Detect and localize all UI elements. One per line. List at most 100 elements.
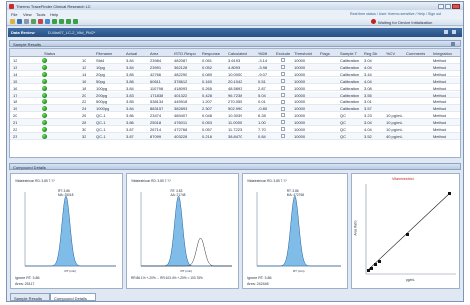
table-cell: 40 pg/mL (386, 133, 403, 139)
column-header[interactable]: %CV (386, 51, 395, 56)
report-icon[interactable] (38, 19, 43, 24)
menu-file[interactable]: File (11, 12, 17, 17)
tab-compound-details[interactable]: Compound Details (50, 293, 96, 301)
exclude-checkbox[interactable] (281, 78, 285, 83)
table-row[interactable]: 13 12 10pg 3.84 23991 362128 0.052 4.8093 -3.98 1… (10, 63, 460, 71)
chromatogram-plot-3: Vitdaiestrioon RD: 3.85 7.??RT: 3.86MA: … (247, 179, 341, 273)
menu-help[interactable]: Help (50, 12, 58, 17)
export-icon[interactable] (31, 19, 36, 24)
pin-icon[interactable] (444, 30, 448, 34)
tab-sample-results[interactable]: Sample Results (10, 293, 50, 301)
chromatogram-peak (25, 195, 116, 267)
reject-icon[interactable] (73, 19, 78, 24)
table-cell: 403228 (174, 133, 188, 139)
column-header[interactable]: ISTD Respo (174, 51, 196, 56)
chromatogram-panel-3[interactable]: Vitdaiestrioon RD: 3.85 7.?? RT: 3.86 MA: … (242, 173, 348, 289)
chromatogram-panel-2[interactable]: Vitdaiestrioon RD: 3.85 7.?? RT: 3.83 AA: … (126, 173, 239, 289)
table-row[interactable]: 14 14 20pg 3.85 42766 482290 0.089 10.0000 -9.07… (10, 71, 460, 78)
column-header[interactable]: %Diff (258, 51, 267, 56)
table-row[interactable]: 18 22 500pg 3.85 538134 445918 1.207 270.055 0.0… (10, 98, 460, 106)
minimize-icon[interactable] (438, 3, 444, 9)
column-header[interactable]: Calculated (228, 51, 247, 56)
table-row[interactable]: 22 30 QC-1 3.87 26714 472768 0.057 11.7223 7.70 1… (10, 126, 460, 133)
column-header[interactable]: Actual (126, 51, 137, 56)
table-row[interactable]: 21 28 QC-1 3.86 25018 476011 0.053 11.0000 1.00 1… (10, 119, 460, 126)
maximize-icon[interactable] (445, 3, 451, 9)
table-row[interactable]: 23 32 QC-1 3.87 87099 403228 0.216 38.8470 0.84 1… (10, 132, 460, 140)
chromatogram-plot-2: Vitdaiestrioon RD: 3.85 7.??RT: 3.83AA: … (131, 179, 232, 273)
status-ok-icon (42, 92, 47, 98)
table-cell: Calibration (340, 85, 360, 91)
exclude-checkbox[interactable] (281, 85, 285, 90)
table-row[interactable]: 20 26 QC-1 3.86 23474 489407 0.048 10.3039 6.28 1… (10, 112, 460, 119)
column-header[interactable]: Exclude (276, 51, 290, 56)
table-cell: 17 (13, 92, 18, 98)
exclude-checkbox[interactable] (281, 127, 285, 132)
column-header[interactable]: Flags (320, 51, 330, 56)
chromatogram-panel-1[interactable]: Vitdaiestrioon RD: 3.85 7.?? RT: 3.86 MA: … (10, 173, 123, 289)
table-cell: 26 (82, 113, 87, 119)
exclude-checkbox[interactable] (281, 113, 285, 118)
table-cell: 10 pg/mL (386, 120, 403, 126)
table-cell: 0.089 (202, 71, 213, 77)
exclude-checkbox[interactable] (281, 92, 285, 97)
user-info[interactable]: Real time status / User: thermo.sensitiv… (350, 12, 462, 16)
exclude-checkbox[interactable] (281, 72, 285, 77)
column-header[interactable]: Filename (96, 51, 112, 56)
status-ok-icon (42, 78, 47, 84)
column-header[interactable]: Comments (406, 51, 425, 56)
collapse-icon[interactable] (451, 42, 455, 46)
exclude-checkbox[interactable] (281, 106, 285, 111)
warning-icon (371, 19, 376, 24)
column-header[interactable]: Sample T (340, 51, 357, 56)
table-cell: 0.052 (202, 64, 213, 70)
exclude-checkbox[interactable] (281, 58, 285, 63)
table-row[interactable]: 17 20 200pg 3.83 171838 401322 0.428 96.7238 5.0… (10, 91, 460, 99)
column-header[interactable]: Area (150, 51, 158, 56)
menu-tools[interactable]: Tools (36, 12, 45, 17)
table-cell: 418093 (174, 85, 188, 91)
status-ok-icon (42, 85, 47, 91)
close-panel-icon[interactable] (452, 30, 456, 34)
exclude-checkbox[interactable] (281, 65, 285, 70)
chart-label: Vitdaiestrioon RD: 3.85 7.?? (131, 179, 171, 183)
refresh-icon[interactable] (45, 19, 50, 24)
approve-icon[interactable] (66, 19, 71, 24)
calibration-plot (365, 184, 456, 275)
table-cell: 12 (82, 64, 87, 70)
panel-2-footer-1: RR:86.1% +-20% ... RR:103.4% +-20% = 103… (131, 276, 203, 280)
print-icon[interactable] (24, 19, 29, 24)
table-cell: 3.85 (126, 99, 134, 105)
arrow-right-icon[interactable] (59, 19, 64, 24)
table-cell: 0.84 (258, 133, 266, 139)
table-cell: 23474 (150, 113, 162, 119)
open-icon[interactable] (10, 19, 15, 24)
save-icon[interactable] (17, 19, 22, 24)
table-cell: 3.84 (126, 58, 134, 63)
chart-label: RT (min) (293, 269, 305, 273)
arrow-left-icon[interactable] (52, 19, 57, 24)
exclude-checkbox[interactable] (281, 99, 285, 104)
table-cell: 445918 (174, 99, 188, 105)
table-cell: 3.87 (126, 133, 134, 139)
column-header[interactable]: Threshold (294, 51, 312, 56)
calibration-curve-panel[interactable]: Vitaminestriol Area Ratio pg/mL (351, 173, 460, 289)
menu-view[interactable]: View (23, 12, 32, 17)
table-row[interactable]: 15 16 50pg 3.86 60611 378612 0.160 20.1042 0.51 1… (10, 77, 460, 85)
table-cell: 10pg (96, 64, 105, 70)
grid-header-row: Status Filename Actual Area ISTD Respo R… (10, 49, 460, 57)
column-header[interactable]: Reg Dir (364, 51, 378, 56)
close-icon[interactable] (452, 3, 460, 9)
column-header[interactable]: Response (202, 51, 220, 56)
table-cell: 538134 (150, 99, 164, 105)
table-cell: QC (340, 113, 346, 119)
exclude-checkbox[interactable] (281, 134, 285, 139)
table-row[interactable]: 16 18 100pg 3.84 110798 418093 0.265 48.5893 2.8… (10, 85, 460, 92)
table-row[interactable]: 19 24 1000pg 3.84 883157 382893 2.307 502.990 -0… (10, 105, 460, 112)
compound-details-header: Compound Details (9, 163, 461, 170)
column-header[interactable]: Integration (433, 51, 452, 56)
status-ok-icon (42, 106, 47, 112)
column-header[interactable]: Status (44, 51, 55, 56)
exclude-checkbox[interactable] (281, 120, 285, 125)
table-row[interactable]: 12 10 Std4 3.84 23984 482087 0.051 3.6193 -3.14 1… (10, 57, 460, 64)
